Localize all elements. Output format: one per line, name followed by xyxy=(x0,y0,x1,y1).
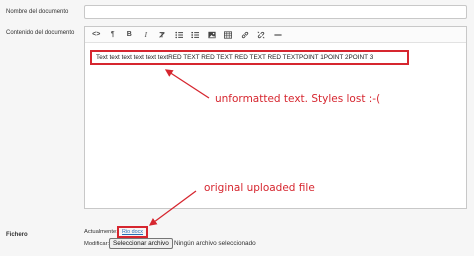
italic-icon[interactable]: I xyxy=(138,28,155,42)
annotation-unformatted: unformatted text. Styles lost :-( xyxy=(215,93,381,105)
actual-label: Actualmente: xyxy=(84,229,118,235)
link-icon[interactable] xyxy=(237,28,254,42)
bullet-list-icon[interactable] xyxy=(171,28,188,42)
bold-icon[interactable]: B xyxy=(121,28,138,42)
unlink-icon[interactable] xyxy=(253,28,270,42)
numbered-list-icon[interactable] xyxy=(187,28,204,42)
source-code-icon[interactable]: <> xyxy=(88,28,105,42)
select-file-button[interactable]: Seleccionar archivo xyxy=(109,238,173,249)
fichero-label: Fichero xyxy=(6,232,28,238)
no-file-text: Ningún archivo seleccionado xyxy=(174,240,256,247)
clear-format-icon[interactable] xyxy=(154,28,171,42)
image-icon[interactable] xyxy=(204,28,221,42)
modificar-label: Modificar: xyxy=(84,241,110,247)
table-icon[interactable] xyxy=(220,28,237,42)
annotation-original-file: original uploaded file xyxy=(204,182,315,194)
horizontal-rule-icon[interactable] xyxy=(270,28,287,42)
contenido-label: Contenido del documento xyxy=(6,30,75,36)
current-file-link[interactable]: Rio docx xyxy=(117,226,148,238)
nombre-label: Nombre del documento xyxy=(6,9,69,15)
editor-content-text[interactable]: Text text text text text textRED TEXT RE… xyxy=(90,50,409,65)
editor-toolbar: <> ¶ B I xyxy=(85,27,466,43)
paragraph-icon[interactable]: ¶ xyxy=(105,28,122,42)
nombre-input[interactable] xyxy=(84,5,467,19)
